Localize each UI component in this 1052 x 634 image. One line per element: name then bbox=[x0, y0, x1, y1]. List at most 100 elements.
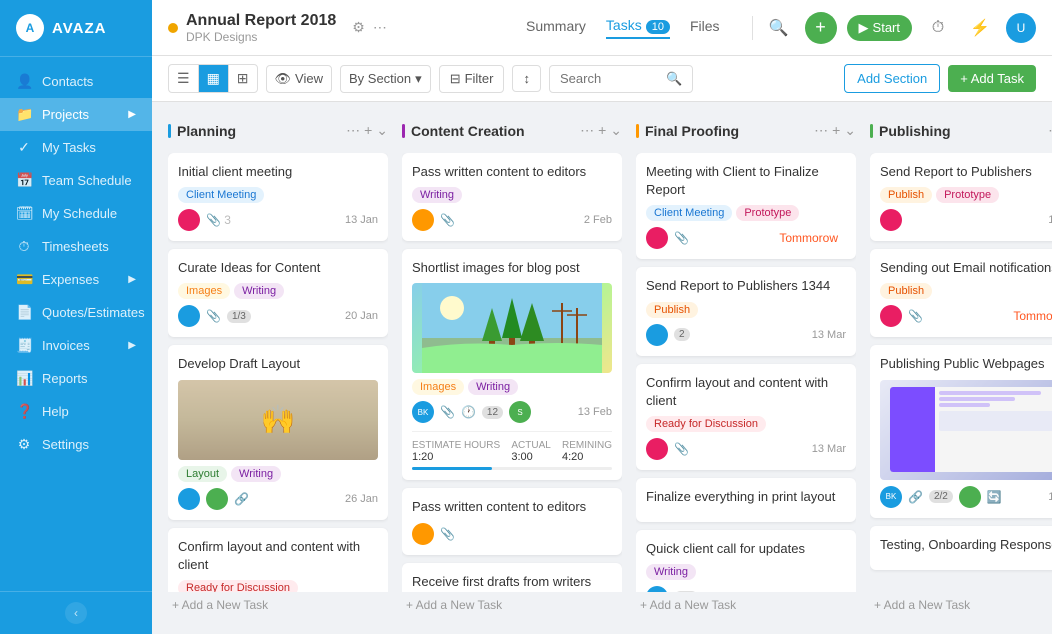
card-meeting-finalize[interactable]: Meeting with Client to Finalize Report C… bbox=[636, 153, 856, 259]
card-develop-draft-layout[interactable]: Develop Draft Layout 🙌 Layout Writing 🔗 bbox=[168, 345, 388, 519]
section-text: By Section bbox=[349, 71, 411, 86]
col-add-icon[interactable]: + bbox=[832, 122, 840, 139]
attachment-icon: 📎 3 bbox=[206, 213, 231, 227]
avatar-2 bbox=[959, 486, 981, 508]
card-footer: 📎 2 Feb bbox=[412, 209, 612, 231]
card-send-report-pub[interactable]: Send Report to Publishers Publish Protot… bbox=[870, 153, 1052, 241]
sidebar-label-expenses: Expenses bbox=[42, 272, 99, 287]
project-more-icon[interactable]: ⋯ bbox=[373, 19, 387, 36]
add-task-button[interactable]: + Add Task bbox=[948, 65, 1036, 92]
card-confirm-layout-planning[interactable]: Confirm layout and content with client R… bbox=[168, 528, 388, 592]
card-date: 19 Apr bbox=[1048, 214, 1052, 226]
board-view-button[interactable]: ▦ bbox=[199, 65, 229, 92]
sidebar: A AVAZA 👤 Contacts 📁 Projects ▶ ✓ My Tas… bbox=[0, 0, 152, 634]
sidebar-item-expenses[interactable]: 💳 Expenses ▶ bbox=[0, 263, 152, 296]
nav-tasks[interactable]: Tasks10 bbox=[606, 17, 670, 39]
sidebar-item-settings[interactable]: ⚙ Settings bbox=[0, 428, 152, 461]
user-avatar[interactable]: U bbox=[1006, 13, 1036, 43]
sidebar-item-projects[interactable]: 📁 Projects ▶ bbox=[0, 98, 152, 131]
card-title: Pass written content to editors bbox=[412, 498, 612, 516]
card-date: 20 Jan bbox=[345, 310, 378, 322]
card-pass-written-2[interactable]: Pass written content to editors 📎 bbox=[402, 488, 622, 554]
avatar bbox=[880, 209, 902, 231]
card-confirm-layout-proofing[interactable]: Confirm layout and content with client R… bbox=[636, 364, 856, 470]
card-pass-written-content[interactable]: Pass written content to editors Writing … bbox=[402, 153, 622, 241]
project-subtitle: DPK Designs bbox=[186, 30, 336, 44]
sidebar-item-my-tasks[interactable]: ✓ My Tasks bbox=[0, 131, 152, 164]
col-add-icon[interactable]: + bbox=[598, 122, 606, 139]
col-border-publishing bbox=[870, 124, 873, 138]
sidebar-item-my-schedule[interactable]: 🗓 My Schedule bbox=[0, 197, 152, 230]
card-curate-ideas[interactable]: Curate Ideas for Content Images Writing … bbox=[168, 249, 388, 337]
screen-bar-1 bbox=[939, 391, 1041, 395]
col-border-proofing bbox=[636, 124, 639, 138]
start-button[interactable]: ▶ Start bbox=[847, 15, 912, 41]
settings-icon: ⚙ bbox=[16, 436, 32, 453]
nav-summary[interactable]: Summary bbox=[526, 18, 586, 38]
project-gear-icon[interactable]: ⚙ bbox=[352, 19, 365, 36]
list-view-button[interactable]: ☰ bbox=[169, 65, 199, 92]
card-finalize-print[interactable]: Finalize everything in print layout bbox=[636, 478, 856, 522]
view-label[interactable]: 👁 View bbox=[266, 65, 332, 93]
add-task-publishing[interactable]: + Add a New Task bbox=[870, 592, 1052, 618]
filter-button[interactable]: ⊟ Filter bbox=[439, 65, 505, 93]
column-cards-content: Pass written content to editors Writing … bbox=[402, 153, 622, 592]
card-receive-drafts[interactable]: Receive first drafts from writers Layout… bbox=[402, 563, 622, 592]
quotes-icon: 📄 bbox=[16, 304, 32, 321]
search-button[interactable]: 🔍 bbox=[763, 12, 795, 44]
card-testing-onboarding[interactable]: Testing, Onboarding Responses bbox=[870, 526, 1052, 570]
progress-row: ESTIMATE HOURS 1:20 ACTUAL 3:00 REMINING… bbox=[412, 440, 612, 463]
col-expand-icon[interactable]: ⌄ bbox=[844, 122, 856, 139]
nav-files[interactable]: Files bbox=[690, 18, 720, 38]
logo-area[interactable]: A AVAZA bbox=[0, 0, 152, 57]
timer-icon[interactable]: ⏱ bbox=[922, 12, 954, 44]
search-input[interactable] bbox=[560, 71, 660, 86]
help-icon: ❓ bbox=[16, 403, 32, 420]
sidebar-item-timesheets[interactable]: ⏱ Timesheets bbox=[0, 230, 152, 263]
tag-writing: Writing bbox=[234, 283, 284, 299]
column-final-proofing: Final Proofing ⋯ + ⌄ Meeting with Client… bbox=[636, 118, 856, 618]
notification-icon[interactable]: ⚡ bbox=[964, 12, 996, 44]
col-more-icon[interactable]: ⋯ bbox=[580, 122, 594, 139]
project-status-dot bbox=[168, 23, 178, 33]
add-button[interactable]: + bbox=[805, 12, 837, 44]
start-label: Start bbox=[873, 20, 900, 35]
avatar-s: S bbox=[509, 401, 531, 423]
col-more-icon[interactable]: ⋯ bbox=[1048, 122, 1052, 139]
card-publishing-webpages[interactable]: Publishing Public Webpages bbox=[870, 345, 1052, 517]
card-quick-client-call[interactable]: Quick client call for updates Writing 1/… bbox=[636, 530, 856, 592]
card-sending-email[interactable]: Sending out Email notifications Publish … bbox=[870, 249, 1052, 337]
card-title: Receive first drafts from writers bbox=[412, 573, 612, 591]
card-initial-client-meeting[interactable]: Initial client meeting Client Meeting 📎 … bbox=[168, 153, 388, 241]
sidebar-collapse-button[interactable]: ‹ bbox=[65, 602, 87, 624]
section-select[interactable]: By Section ▾ bbox=[340, 65, 431, 93]
tasks-count-badge: 10 bbox=[646, 20, 670, 34]
sidebar-item-team-schedule[interactable]: 📅 Team Schedule bbox=[0, 164, 152, 197]
col-add-icon[interactable]: + bbox=[364, 122, 372, 139]
card-shortlist-images[interactable]: Shortlist images for blog post bbox=[402, 249, 622, 480]
add-task-proofing[interactable]: + Add a New Task bbox=[636, 592, 856, 618]
card-footer: BK 🔗 2/2 🔄 18 Apr bbox=[880, 486, 1052, 508]
sidebar-item-help[interactable]: ❓ Help bbox=[0, 395, 152, 428]
col-expand-icon[interactable]: ⌄ bbox=[376, 122, 388, 139]
col-expand-icon[interactable]: ⌄ bbox=[610, 122, 622, 139]
card-send-report-publishers[interactable]: Send Report to Publishers 1344 Publish 2… bbox=[636, 267, 856, 355]
add-task-content[interactable]: + Add a New Task bbox=[402, 592, 622, 618]
avatar bbox=[646, 438, 668, 460]
sidebar-item-contacts[interactable]: 👤 Contacts bbox=[0, 65, 152, 98]
card-footer: 📎 1/3 20 Jan bbox=[178, 305, 378, 327]
sidebar-item-reports[interactable]: 📊 Reports bbox=[0, 362, 152, 395]
search-box[interactable]: 🔍 bbox=[549, 65, 693, 93]
attachment-icon: 📎 bbox=[674, 231, 689, 245]
sort-button[interactable]: ↕ bbox=[512, 65, 541, 92]
avatar bbox=[646, 227, 668, 249]
col-more-icon[interactable]: ⋯ bbox=[346, 122, 360, 139]
add-task-planning[interactable]: + Add a New Task bbox=[168, 592, 388, 618]
sidebar-item-invoices[interactable]: 🧾 Invoices ▶ bbox=[0, 329, 152, 362]
card-tags: Publish Prototype bbox=[880, 187, 1052, 203]
col-more-icon[interactable]: ⋯ bbox=[814, 122, 828, 139]
card-date: 13 Mar bbox=[812, 443, 846, 455]
sidebar-item-quotes[interactable]: 📄 Quotes/Estimates bbox=[0, 296, 152, 329]
add-section-button[interactable]: Add Section bbox=[844, 64, 940, 93]
grid-view-button[interactable]: ⊞ bbox=[229, 65, 257, 92]
